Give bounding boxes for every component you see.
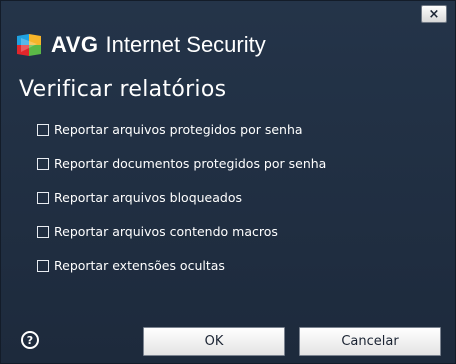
avg-logo-icon (17, 34, 41, 56)
dialog-header: AVG Internet Security (15, 27, 266, 63)
brand-name: AVG (51, 32, 99, 57)
checkbox[interactable] (37, 259, 49, 272)
checkbox[interactable] (37, 191, 49, 204)
checkbox[interactable] (37, 123, 49, 136)
option-report-password-documents[interactable]: Reportar documentos protegidos por senha (37, 155, 326, 172)
option-report-password-files[interactable]: Reportar arquivos protegidos por senha (37, 121, 326, 138)
checkbox[interactable] (37, 157, 49, 170)
option-label: Reportar extensões ocultas (54, 258, 225, 273)
help-icon[interactable]: ? (21, 331, 39, 349)
close-button[interactable]: × (421, 5, 447, 23)
option-label: Reportar arquivos bloqueados (54, 190, 243, 205)
option-label: Reportar arquivos protegidos por senha (54, 122, 303, 137)
checkbox[interactable] (37, 225, 49, 238)
report-options-list: Reportar arquivos protegidos por senha R… (37, 121, 326, 291)
question-mark-icon: ? (26, 333, 34, 347)
option-report-hidden-extensions[interactable]: Reportar extensões ocultas (37, 257, 326, 274)
close-icon: × (428, 6, 440, 22)
option-label: Reportar documentos protegidos por senha (54, 156, 327, 171)
product-name: Internet Security (105, 32, 266, 57)
avg-dialog-window: × AVG Internet Security Verificar relató… (0, 0, 456, 364)
option-report-macro-files[interactable]: Reportar arquivos contendo macros (37, 223, 326, 240)
page-title: Verificar relatórios (19, 77, 227, 102)
option-label: Reportar arquivos contendo macros (54, 224, 278, 239)
cancel-button[interactable]: Cancelar (299, 327, 441, 356)
ok-button[interactable]: OK (143, 327, 285, 356)
option-report-locked-files[interactable]: Reportar arquivos bloqueados (37, 189, 326, 206)
